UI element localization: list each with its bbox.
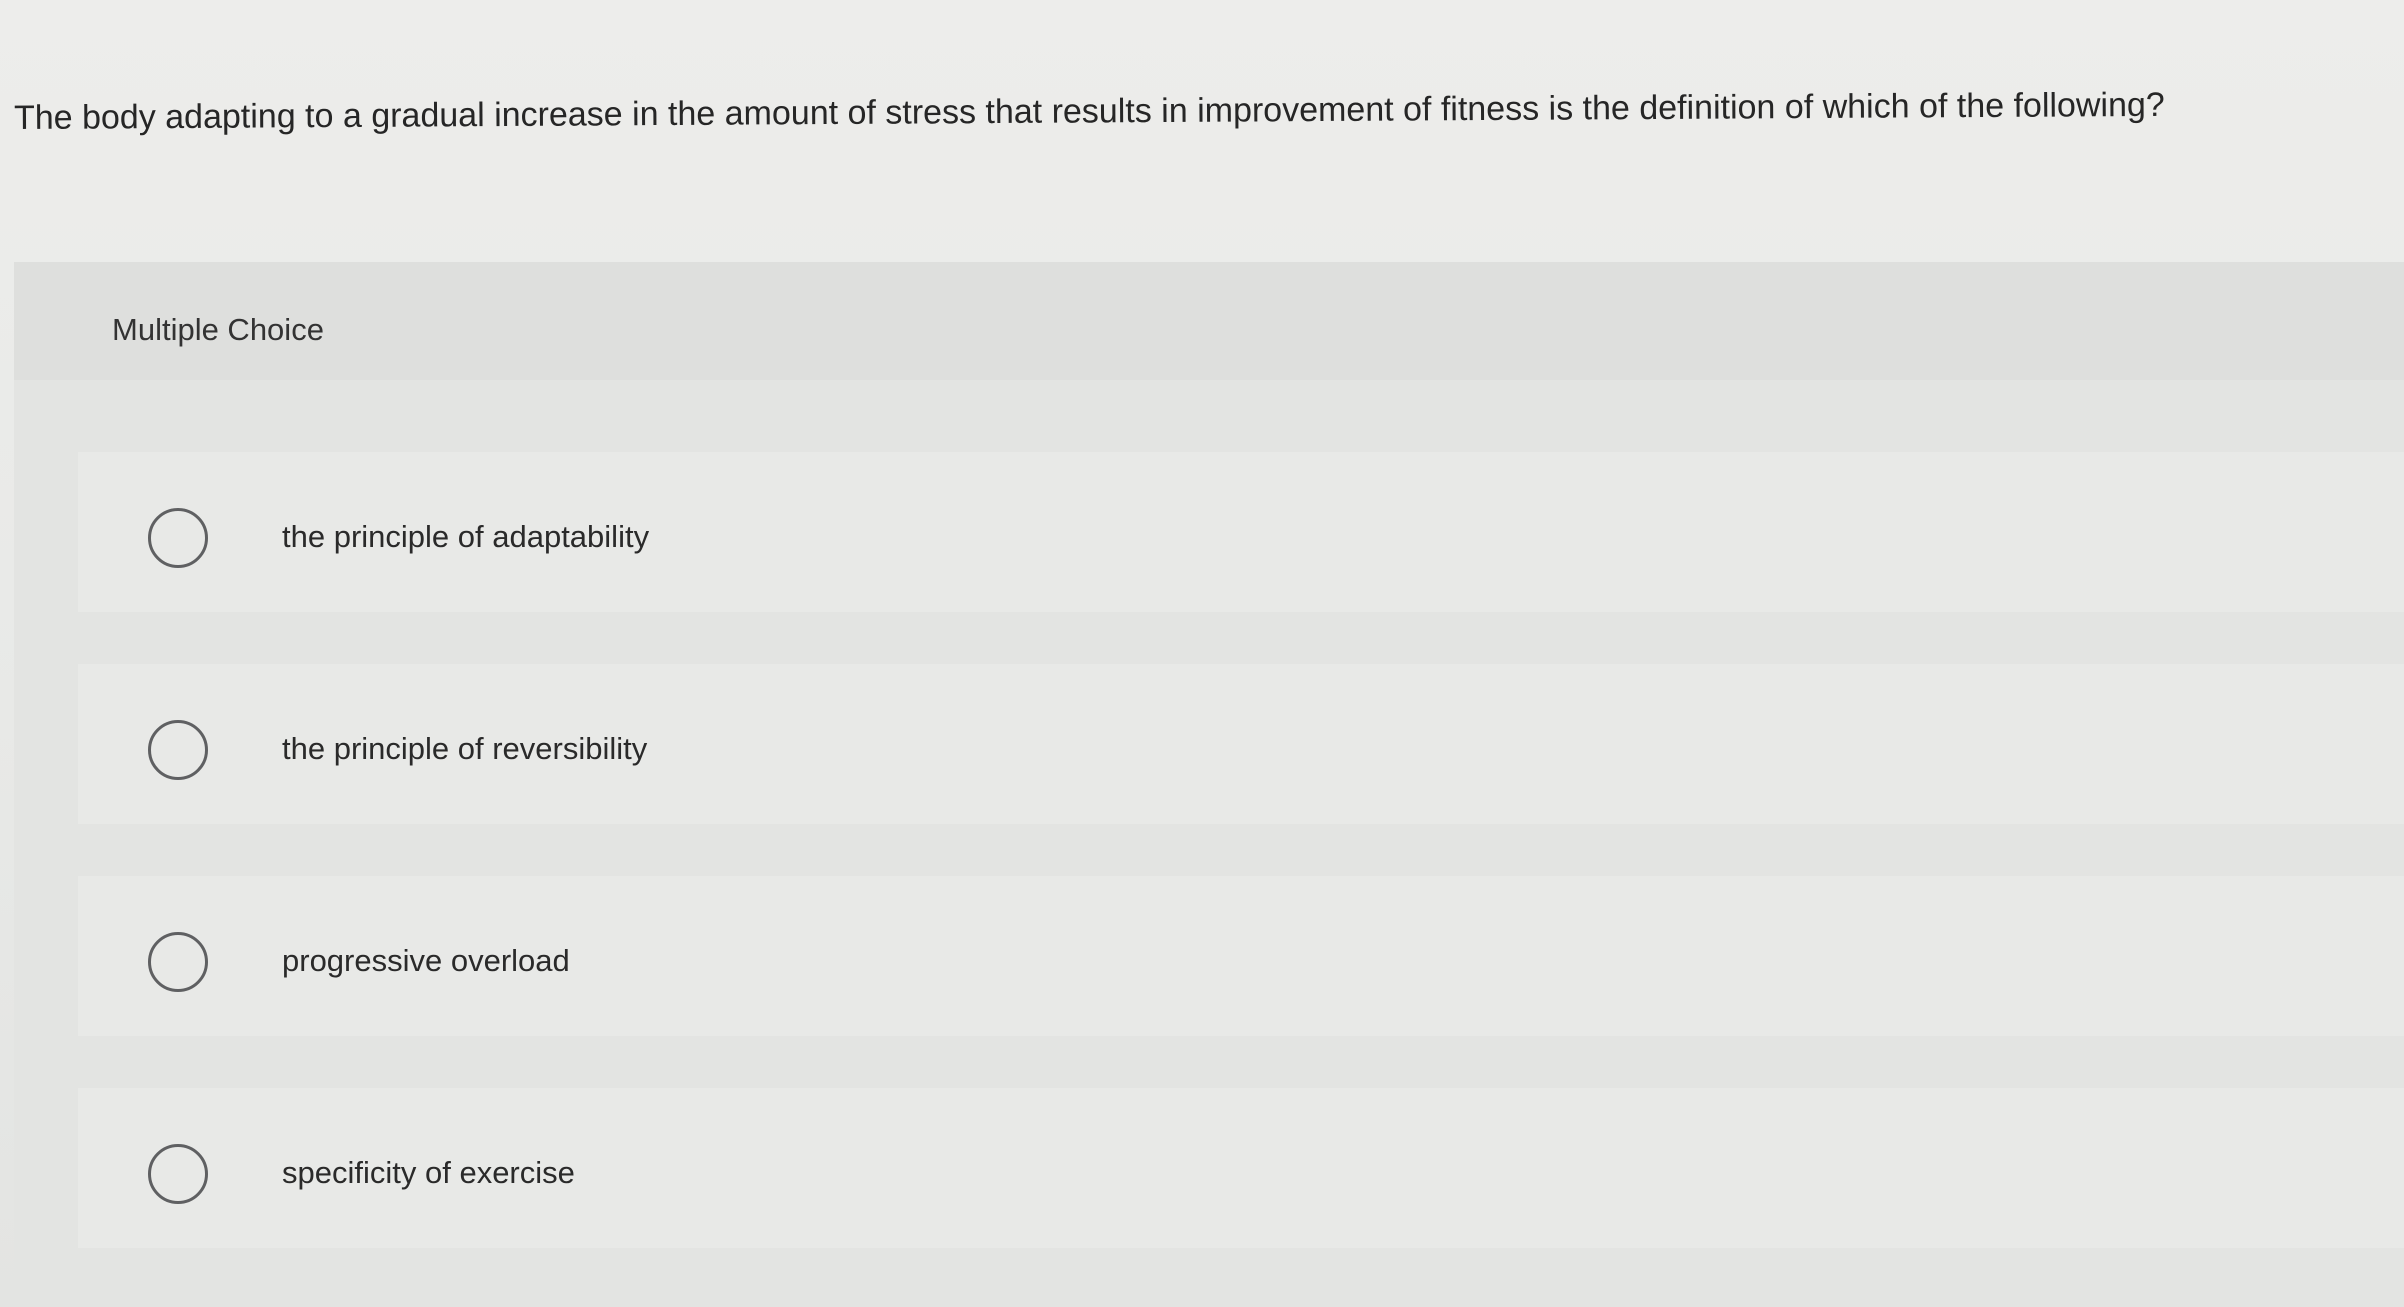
answer-option-1[interactable]: the principle of adaptability (78, 452, 2404, 612)
question-text: The body adapting to a gradual increase … (13, 85, 2165, 137)
multiple-choice-panel: Multiple Choice the principle of adaptab… (14, 262, 2404, 1307)
radio-button-icon[interactable] (148, 720, 208, 780)
radio-button-icon[interactable] (148, 932, 208, 992)
radio-button-icon[interactable] (148, 1144, 208, 1204)
answer-option-label[interactable]: progressive overload (282, 942, 570, 980)
answer-option-3[interactable]: progressive overload (78, 876, 2404, 1036)
answer-option-label[interactable]: the principle of reversibility (282, 730, 647, 768)
panel-header: Multiple Choice (14, 262, 2404, 380)
answer-option-4[interactable]: specificity of exercise (78, 1088, 2404, 1248)
answer-option-label[interactable]: the principle of adaptability (282, 518, 649, 556)
answer-option-2[interactable]: the principle of reversibility (78, 664, 2404, 824)
answer-option-label[interactable]: specificity of exercise (282, 1154, 575, 1192)
radio-button-icon[interactable] (148, 508, 208, 568)
question-type-label: Multiple Choice (112, 312, 324, 347)
